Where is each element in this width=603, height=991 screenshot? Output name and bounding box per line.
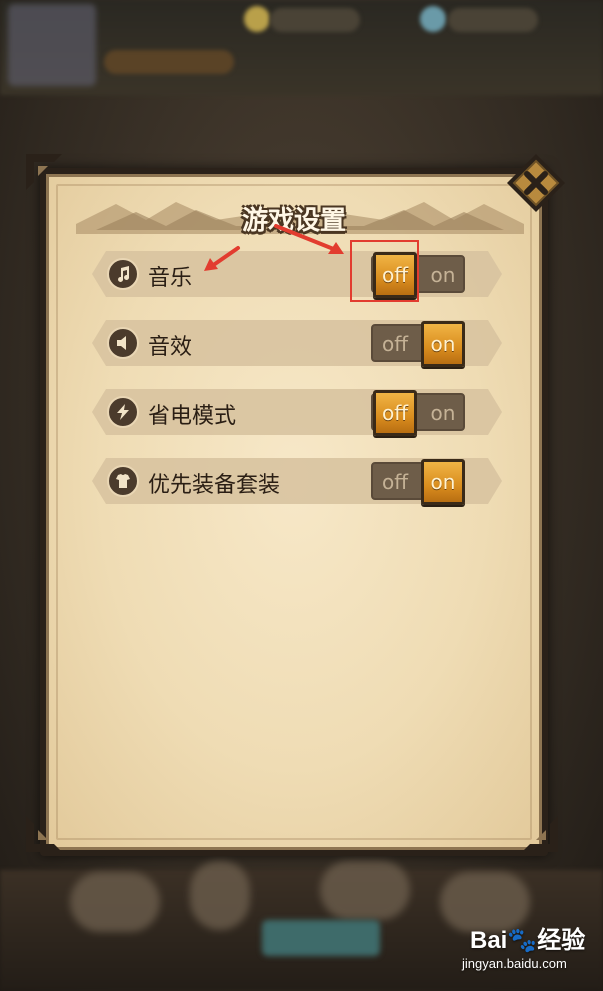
gold-coin-icon — [244, 6, 270, 32]
setting-label-sound-effects: 音效 — [148, 335, 193, 360]
bottom-menu-button — [320, 860, 410, 920]
equip-set-on-option[interactable]: on — [421, 459, 465, 505]
sound-effects-off-option[interactable]: off — [373, 321, 417, 367]
close-button[interactable] — [505, 152, 567, 214]
music-on-option[interactable]: on — [421, 252, 465, 298]
setting-row-power-saving: 省电模式 off on — [92, 389, 502, 436]
power-saving-toggle[interactable]: off on — [371, 390, 465, 436]
sound-effects-on-option[interactable]: on — [421, 321, 465, 367]
diamond-icon — [420, 6, 446, 32]
corner-ornament — [22, 150, 66, 194]
diamond-counter — [448, 8, 538, 32]
stamina-bar — [104, 50, 234, 74]
setting-label-equip-set: 优先装备套装 — [148, 473, 281, 498]
annotation-highlight-box — [350, 240, 419, 302]
setting-row-sound-effects: 音效 off on — [92, 320, 502, 367]
annotation-arrow-icon — [200, 244, 242, 274]
armor-icon — [107, 465, 139, 497]
setting-row-equip-set: 优先装备套装 off on — [92, 458, 502, 505]
lightning-icon — [107, 396, 139, 428]
close-icon — [507, 154, 565, 212]
power-saving-on-option[interactable]: on — [421, 390, 465, 436]
watermark-url: jingyan.baidu.com — [462, 956, 567, 971]
watermark-logo: Bai🐾经验 — [470, 927, 586, 954]
setting-label-power-saving: 省电模式 — [148, 404, 237, 429]
annotation-arrow-icon — [272, 222, 348, 258]
bottom-menu-button — [190, 860, 250, 930]
baidu-watermark: Bai🐾经验 jingyan.baidu.com — [462, 920, 598, 978]
corner-ornament — [22, 812, 66, 856]
sound-effects-toggle[interactable]: off on — [371, 321, 465, 367]
bottom-action-button — [262, 920, 380, 956]
equip-set-off-option[interactable]: off — [373, 459, 417, 505]
equip-set-toggle[interactable]: off on — [371, 459, 465, 505]
gold-counter — [270, 8, 360, 32]
player-avatar — [8, 4, 96, 86]
music-note-icon — [107, 258, 139, 290]
setting-label-music: 音乐 — [148, 266, 193, 291]
speaker-icon — [107, 327, 139, 359]
power-saving-off-option[interactable]: off — [373, 390, 417, 436]
corner-ornament — [518, 812, 562, 856]
bottom-menu-button — [70, 872, 160, 932]
